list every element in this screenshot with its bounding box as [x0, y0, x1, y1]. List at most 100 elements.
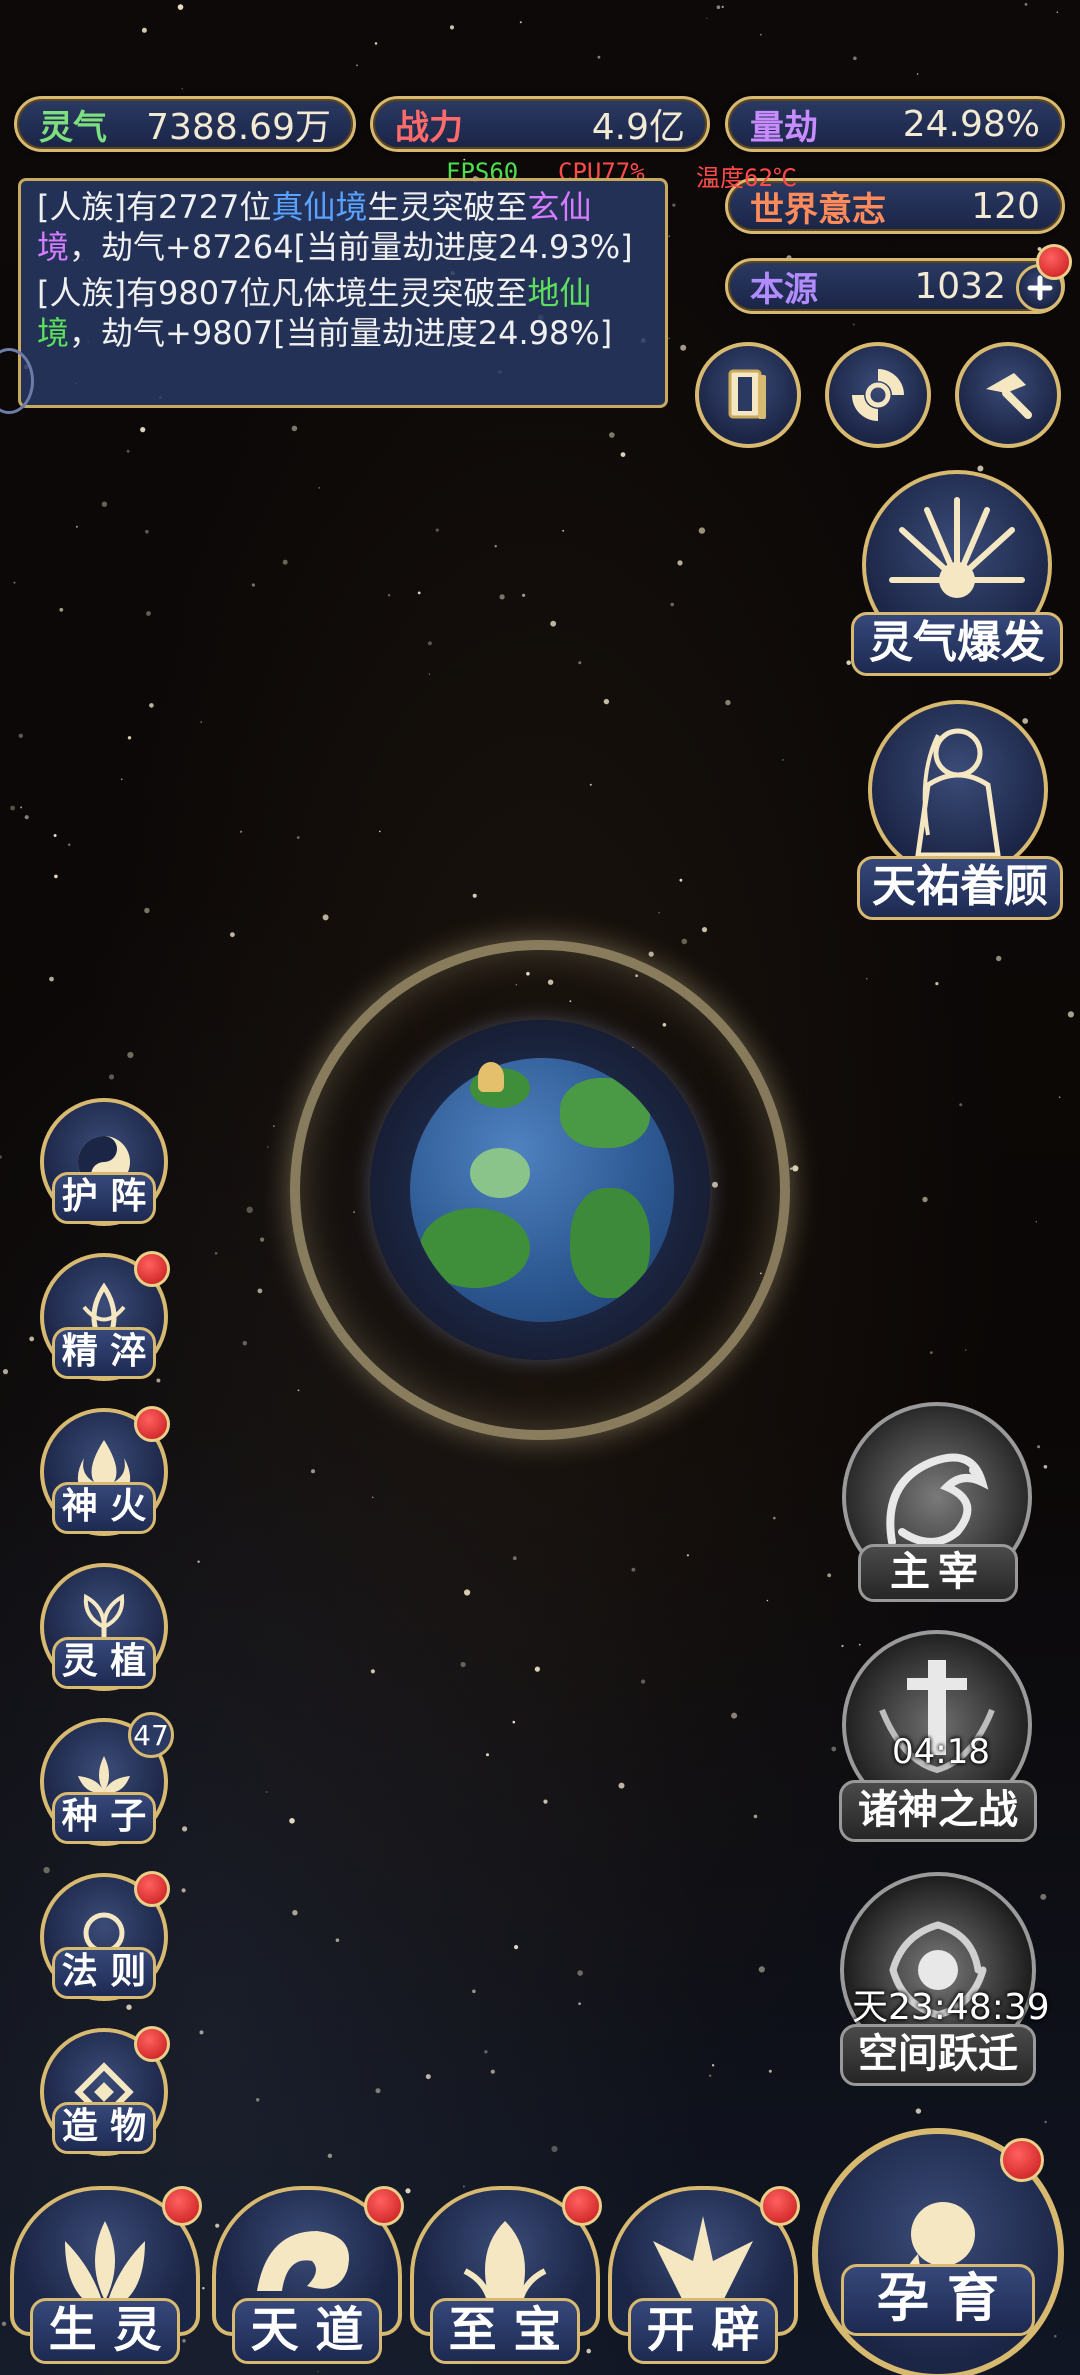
star	[701, 927, 708, 933]
star	[490, 2069, 495, 2074]
star	[120, 778, 123, 781]
log-text: 生灵突破至	[367, 188, 528, 226]
seed-count-badge: 47	[128, 1712, 174, 1758]
star	[273, 1125, 275, 1127]
vortex-icon	[852, 369, 904, 421]
star	[472, 1989, 476, 1994]
planet-world[interactable]	[410, 1058, 674, 1322]
sword-icon	[879, 1660, 995, 1774]
star	[586, 2348, 591, 2354]
star	[852, 323, 855, 326]
star	[1056, 11, 1059, 13]
star	[251, 583, 255, 587]
notification-dot	[562, 2186, 602, 2226]
benyuan-notification-dot	[1036, 244, 1072, 280]
star	[464, 1589, 471, 1596]
star	[427, 641, 432, 646]
star	[648, 951, 654, 957]
vortex-button[interactable]	[825, 342, 931, 448]
star	[609, 432, 615, 438]
benyuan-value: 1032	[914, 265, 1006, 307]
star	[916, 73, 919, 75]
star	[915, 2108, 922, 2114]
star	[631, 1567, 636, 1572]
star	[550, 620, 557, 627]
notification-dot	[364, 2186, 404, 2226]
star	[964, 1349, 967, 1351]
star	[462, 2185, 465, 2188]
nurture-label: 孕 育	[841, 2264, 1035, 2336]
star	[670, 602, 674, 607]
log-text: ，劫气+9807[当前量劫进度24.98%]	[69, 314, 613, 352]
log-text: [人族]有9807位凡体境生灵突破至	[37, 274, 528, 312]
continent	[560, 1078, 650, 1148]
star	[68, 843, 71, 846]
star	[425, 2074, 431, 2080]
star	[375, 2088, 381, 2094]
star	[578, 2002, 581, 2005]
star	[472, 893, 477, 898]
log-text: ，劫气+87264[当前量劫进度24.93%]	[69, 228, 633, 266]
gods-war-label: 诸神之战	[839, 1780, 1037, 1842]
star	[43, 1866, 50, 1874]
star	[589, 783, 592, 786]
star	[484, 2050, 488, 2054]
star	[126, 449, 130, 453]
star	[782, 759, 784, 761]
star	[257, 1288, 263, 1294]
star	[327, 2153, 333, 2158]
star	[460, 1661, 466, 1668]
star	[668, 235, 670, 237]
star	[296, 836, 300, 839]
zhanli-value: 4.9亿	[591, 107, 685, 148]
star	[731, 1712, 738, 1719]
star	[449, 25, 455, 30]
star	[267, 1146, 269, 1148]
protect-formation-label: 护 阵	[52, 1172, 156, 1224]
blessing-button[interactable]	[868, 700, 1048, 880]
star	[144, 907, 150, 914]
star	[214, 1251, 218, 1255]
liangjie-label: 量劫	[750, 107, 818, 148]
star	[686, 1554, 690, 1557]
star	[145, 529, 149, 534]
game-screen: 灵气 7388.69万 战力 4.9亿 量劫 24.98% 世界意志 120 本…	[0, 0, 1080, 2375]
benyuan-label: 本源	[750, 269, 818, 310]
star	[182, 2339, 186, 2343]
star	[265, 1791, 268, 1793]
star	[1037, 1445, 1041, 1449]
gods-war-timer: 04:18	[892, 1732, 990, 1772]
star	[181, 1888, 186, 1893]
liangjie-stat[interactable]: 量劫 24.98%	[725, 96, 1065, 152]
star	[522, 593, 526, 597]
space-leap-label: 空间跃迁	[840, 2024, 1036, 2086]
star	[519, 21, 522, 24]
star	[292, 1910, 298, 1916]
notification-dot	[1000, 2138, 1044, 2182]
hammer-button[interactable]	[955, 342, 1061, 448]
star	[1043, 1465, 1048, 1469]
spirit-plant-label: 灵 植	[52, 1637, 156, 1689]
star	[603, 698, 610, 705]
star	[146, 611, 151, 616]
notification-dot	[134, 2026, 170, 2062]
star	[24, 815, 29, 820]
star	[922, 1196, 928, 1203]
star	[13, 581, 16, 584]
star	[1035, 1221, 1038, 1223]
star	[1044, 2120, 1047, 2124]
star	[2, 1369, 9, 1375]
star	[435, 528, 439, 532]
zhanli-label: 战力	[395, 107, 463, 148]
cards-button[interactable]	[695, 342, 801, 448]
star	[127, 736, 132, 740]
star	[725, 699, 731, 706]
refine-label: 精 淬	[52, 1327, 156, 1379]
star	[721, 5, 724, 8]
lingqi-value: 7388.69万	[146, 107, 331, 148]
star	[1049, 677, 1052, 680]
star	[53, 834, 57, 837]
star	[387, 594, 391, 597]
star	[499, 594, 505, 600]
star	[578, 661, 582, 665]
